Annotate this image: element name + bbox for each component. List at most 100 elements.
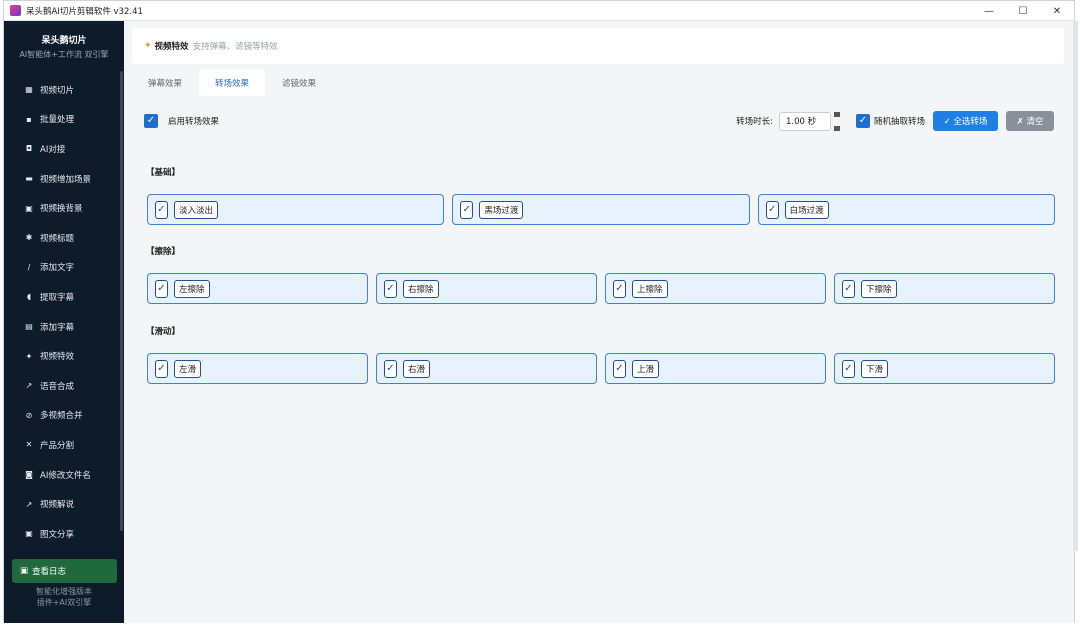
enable-transition-label: 启用转场效果 <box>168 117 220 127</box>
log-icon: ▣ <box>20 566 29 576</box>
group-title: 【擦除】 <box>146 247 181 257</box>
sidebar-item-label: 多视频合并 <box>40 411 83 422</box>
check-icon[interactable]: ✓ <box>765 200 779 219</box>
transition-option-label: 上擦除 <box>632 279 668 298</box>
sidebar-item[interactable]: ▣ 视频换背景 <box>4 193 124 223</box>
scene-icon: ▬ <box>25 174 33 184</box>
main-content: ✦ 视频特效 支持弹幕、滤镜等特效 弹幕效果 转场效果 滤镜效果 ✓ 启用转场效果 … <box>124 21 1074 623</box>
transition-option[interactable]: ✓ 左擦除 <box>147 273 368 304</box>
sidebar-item-label: 视频增加场景 <box>40 174 92 185</box>
check-icon[interactable]: ✓ <box>613 359 626 378</box>
transition-option-label: 上滑 <box>632 359 660 378</box>
transition-option[interactable]: ✓ 下擦除 <box>834 273 1055 304</box>
sidebar-item-label: 视频解说 <box>40 500 75 511</box>
sidebar-item[interactable]: ✕ 产品分割 <box>4 430 124 460</box>
random-transition-checkbox[interactable]: ✓ <box>855 114 870 128</box>
transition-option[interactable]: ✓ 白场过渡 <box>757 194 1055 225</box>
transition-option-label: 左滑 <box>174 359 202 378</box>
check-icon[interactable]: ✓ <box>842 359 855 378</box>
robot-icon: ◘ <box>25 144 33 154</box>
sidebar-item-label: 添加文字 <box>40 263 75 274</box>
sidebar-item-label: 提取字幕 <box>40 292 75 303</box>
check-icon[interactable]: ✓ <box>613 279 626 298</box>
sidebar-item-label: 视频换背景 <box>40 204 83 215</box>
link-icon: ⊘ <box>25 410 33 420</box>
clear-button[interactable]: ✗ 清空 <box>1006 111 1054 131</box>
sidebar-item[interactable]: ✱ 视频标题 <box>4 223 124 253</box>
scissors-icon: ✕ <box>25 440 33 450</box>
sidebar-item-label: 产品分割 <box>40 440 75 451</box>
group-title: 【基础】 <box>146 168 181 178</box>
controls-row: ✓ 启用转场效果 转场时长: 1.00 秒 ✓ 随机抽取转场 ✓ 全选转场 ✗ … <box>144 110 1054 132</box>
sidebar-item[interactable]: ✦ 视频特效 <box>4 341 124 371</box>
check-icon[interactable]: ✓ <box>842 279 855 298</box>
sidebar-item[interactable]: ▣ 图文分享 <box>4 519 124 549</box>
sidebar-item-label: 语音合成 <box>40 381 75 392</box>
tab[interactable]: 弹幕效果 <box>132 69 198 96</box>
transition-option-label: 下擦除 <box>861 279 897 298</box>
page-header: ✦ 视频特效 支持弹幕、滤镜等特效 <box>132 28 1064 64</box>
tab[interactable]: 滤镜效果 <box>266 69 332 96</box>
pen-icon: / <box>27 262 31 272</box>
sidebar-item[interactable]: ▬ 视频增加场景 <box>4 164 124 194</box>
duration-input[interactable]: 1.00 秒 <box>778 111 831 131</box>
sidebar-item[interactable]: ▪ 批量处理 <box>4 105 124 135</box>
sidebar-item[interactable]: ▤ 添加字幕 <box>4 312 124 342</box>
main-scrollbar[interactable] <box>1073 21 1078 551</box>
spin-down-icon[interactable] <box>833 125 840 131</box>
check-icon[interactable]: ✓ <box>155 200 168 219</box>
transition-option-label: 下滑 <box>861 359 889 378</box>
sidebar-item[interactable]: ↗ 语音合成 <box>4 371 124 401</box>
tab-bar: 弹幕效果 转场效果 滤镜效果 <box>132 69 333 96</box>
sidebar-item[interactable]: ◙ AI修改文件名 <box>4 460 124 490</box>
page-subtitle: 支持弹幕、滤镜等特效 <box>192 42 278 52</box>
view-log-label: 查看日志 <box>32 567 67 577</box>
sidebar-item-label: 视频切片 <box>40 85 75 96</box>
view-log-button[interactable]: ▣ 查看日志 <box>12 559 117 583</box>
sidebar-item[interactable]: ◖ 提取字幕 <box>4 282 124 312</box>
minimize-button[interactable]: — <box>972 1 1006 21</box>
transition-option[interactable]: ✓ 下滑 <box>834 353 1055 384</box>
transition-option[interactable]: ✓ 右滑 <box>376 353 597 384</box>
transition-option[interactable]: ✓ 上擦除 <box>605 273 826 304</box>
footer-line-2: 插件+AI双引擎 <box>36 598 92 607</box>
sidebar-item-label: AI对接 <box>40 144 66 155</box>
close-button[interactable]: ✕ <box>1040 1 1074 21</box>
transition-option[interactable]: ✓ 左滑 <box>147 353 368 384</box>
transition-option[interactable]: ✓ 右擦除 <box>376 273 597 304</box>
maximize-button[interactable]: ☐ <box>1006 1 1040 21</box>
window-title: 呆头鹅AI切片剪辑软件 v32.41 <box>26 6 143 17</box>
check-icon[interactable]: ✓ <box>155 359 168 378</box>
sidebar-item[interactable]: ▦ 视频切片 <box>4 75 124 105</box>
app-window: 呆头鹅AI切片剪辑软件 v32.41 — ☐ ✕ 呆头鹅切片 AI智能体+工作流… <box>3 0 1078 623</box>
spin-up-icon[interactable] <box>833 111 840 117</box>
sidebar-item-label: AI修改文件名 <box>40 470 91 481</box>
sidebar-item-label: 视频标题 <box>40 233 75 244</box>
effect-icon: ✦ <box>25 351 33 361</box>
sidebar-item-label: 批量处理 <box>40 115 75 126</box>
select-all-button[interactable]: ✓ 全选转场 <box>933 111 998 131</box>
transition-option[interactable]: ✓ 黑场过渡 <box>452 194 750 225</box>
check-icon[interactable]: ✓ <box>384 279 397 298</box>
check-icon[interactable]: ✓ <box>155 279 168 298</box>
transition-option-label: 淡入淡出 <box>174 200 219 219</box>
sidebar-item[interactable]: ◘ AI对接 <box>4 134 124 164</box>
sidebar-item[interactable]: / 添加文字 <box>4 253 124 283</box>
transition-option[interactable]: ✓ 上滑 <box>605 353 826 384</box>
check-icon[interactable]: ✓ <box>384 359 397 378</box>
tab[interactable]: 转场效果 <box>199 69 265 96</box>
brand-subtitle: AI智能体+工作流 双引擎 <box>19 50 109 59</box>
transition-option-label: 左擦除 <box>174 279 210 298</box>
share-icon: ▣ <box>25 529 33 539</box>
sidebar-item[interactable]: ↗ 视频解说 <box>4 489 124 519</box>
transition-option-label: 白场过渡 <box>784 200 829 219</box>
transition-option[interactable]: ✓ 淡入淡出 <box>147 194 445 225</box>
duration-spinner[interactable] <box>833 111 842 131</box>
check-icon[interactable]: ✓ <box>460 200 474 219</box>
enable-transition-checkbox[interactable]: ✓ <box>144 114 158 128</box>
app-logo-icon <box>10 5 21 16</box>
transition-option-label: 右擦除 <box>403 279 439 298</box>
effects-icon: ✦ <box>144 41 152 51</box>
sidebar-item[interactable]: ⊘ 多视频合并 <box>4 401 124 431</box>
sidebar-scrollbar[interactable] <box>120 71 123 531</box>
